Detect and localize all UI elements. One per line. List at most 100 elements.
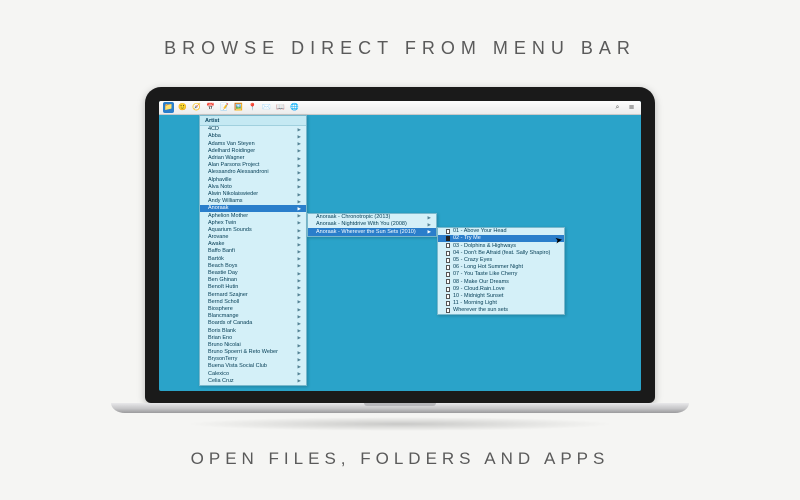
chevron-right-icon: ▶	[298, 328, 301, 333]
list-item[interactable]: 4CD▶	[200, 126, 306, 133]
list-item-label: Wherever the sun sets	[453, 307, 508, 314]
list-item[interactable]: Bruno Nicolai▶	[200, 342, 306, 349]
list-item[interactable]: Arovane▶	[200, 234, 306, 241]
document-icon	[446, 308, 450, 313]
list-item[interactable]: Anoraak▶	[200, 205, 306, 212]
safari-icon[interactable]: 🧭	[191, 102, 202, 113]
search-icon[interactable]: ⌕	[612, 102, 623, 113]
list-item[interactable]: Abba▶	[200, 133, 306, 140]
list-item-label: 10 - Midnight Sunset	[453, 293, 503, 300]
chevron-right-icon: ▶	[298, 299, 301, 304]
list-item[interactable]: Adelhard Roidinger▶	[200, 148, 306, 155]
list-item[interactable]: Benoît Hutin▶	[200, 284, 306, 291]
column-body: Anoraak - Chronotropic (2013)▶Anoraak - …	[308, 214, 436, 236]
list-item[interactable]: Alessandro Alessandroni▶	[200, 169, 306, 176]
desktop-screen: 📁 🙂 🧭 📅 📝 🖼️ 📍 ✉️ 📖 🌐 ⌕ ≣ Artist 4CD	[159, 101, 641, 391]
list-item-label: Alphaville	[208, 177, 232, 184]
document-icon	[446, 279, 450, 284]
reader-icon[interactable]: 📖	[275, 102, 286, 113]
list-item[interactable]: Adrian Wagner▶	[200, 155, 306, 162]
chevron-right-icon: ▶	[298, 249, 301, 254]
list-item-label: Boris Blank	[208, 328, 236, 335]
list-item[interactable]: 07 - You Taste Like Cherry	[438, 271, 564, 278]
list-item[interactable]: Beastie Day▶	[200, 270, 306, 277]
list-item[interactable]: Boards of Canada ▶	[200, 320, 306, 327]
list-item[interactable]: Alva Noto▶	[200, 184, 306, 191]
list-item[interactable]: Bartók▶	[200, 255, 306, 262]
list-item[interactable]: Bernard Szajner▶	[200, 291, 306, 298]
list-item[interactable]: 06 - Long Hot Summer Night	[438, 264, 564, 271]
list-item[interactable]: BrysonTerry▶	[200, 356, 306, 363]
list-item-label: Calexico	[208, 371, 229, 378]
list-item[interactable]: Boris Blank ▶	[200, 327, 306, 334]
list-item-label: Blancmange	[208, 313, 239, 320]
maps-icon[interactable]: 📍	[247, 102, 258, 113]
chevron-right-icon: ▶	[298, 256, 301, 261]
chevron-right-icon: ▶	[298, 148, 301, 153]
chevron-right-icon: ▶	[298, 220, 301, 225]
list-item[interactable]: Alwin Nikolaiswieder▶	[200, 191, 306, 198]
document-icon	[446, 294, 450, 299]
list-item[interactable]: Bruno Spoerri & Reto Weber▶	[200, 349, 306, 356]
list-item[interactable]: Aquarium Sounds▶	[200, 227, 306, 234]
list-item[interactable]: 01 - Above Your Head	[438, 228, 564, 235]
list-item-label: Buena Vista Social Club	[208, 363, 267, 370]
list-item[interactable]: Anoraak - Nightdrive With You (2008)▶	[308, 221, 436, 228]
document-icon	[446, 251, 450, 256]
list-item-label: 04 - Don't Be Afraid (feat. Sally Shapir…	[453, 250, 550, 257]
photos-icon[interactable]: 🖼️	[233, 102, 244, 113]
chevron-right-icon: ▶	[298, 177, 301, 182]
list-item[interactable]: Ben Ghinan▶	[200, 277, 306, 284]
list-item[interactable]: Anoraak - Chronotropic (2013)▶	[308, 214, 436, 221]
list-item[interactable]: 09 - Cloud.Rain.Love	[438, 286, 564, 293]
list-item[interactable]: Alan Parsons Project▶	[200, 162, 306, 169]
chevron-right-icon: ▶	[428, 215, 431, 220]
list-item[interactable]: Wherever the sun sets	[438, 307, 564, 314]
list-item-label: 11 - Morning Light	[453, 300, 497, 307]
list-item[interactable]: Brian Eno▶	[200, 334, 306, 341]
list-item[interactable]: 10 - Midnight Sunset	[438, 293, 564, 300]
list-item[interactable]: Buena Vista Social Club▶	[200, 363, 306, 370]
list-item[interactable]: Aphelion Mother▶	[200, 212, 306, 219]
list-item[interactable]: Awake▶	[200, 241, 306, 248]
notes-icon[interactable]: 📝	[219, 102, 230, 113]
list-item[interactable]: Blancmange▶	[200, 313, 306, 320]
list-item[interactable]: Andy Williams▶	[200, 198, 306, 205]
list-item-label: 03 - Dolphins & Highways	[453, 243, 516, 250]
chevron-right-icon: ▶	[298, 134, 301, 139]
list-item-label: Benoît Hutin	[208, 284, 238, 291]
list-item[interactable]: Biosphere▶	[200, 306, 306, 313]
mail-icon[interactable]: ✉️	[261, 102, 272, 113]
list-item[interactable]: Beach Boys▶	[200, 263, 306, 270]
chevron-right-icon: ▶	[298, 170, 301, 175]
list-item[interactable]: Calexico▶	[200, 370, 306, 377]
list-item[interactable]: Bernd Scholl▶	[200, 299, 306, 306]
column-header: Artist	[200, 116, 306, 126]
calendar-icon[interactable]: 📅	[205, 102, 216, 113]
list-item-label: Brian Eno	[208, 335, 232, 342]
list-item[interactable]: Adams Van Steyen▶	[200, 140, 306, 147]
finder-icon[interactable]: 🙂	[177, 102, 188, 113]
chevron-right-icon: ▶	[298, 292, 301, 297]
screen-bezel: 📁 🙂 🧭 📅 📝 🖼️ 📍 ✉️ 📖 🌐 ⌕ ≣ Artist 4CD	[145, 87, 655, 403]
globe-icon[interactable]: 🌐	[289, 102, 300, 113]
list-item[interactable]: 03 - Dolphins & Highways	[438, 242, 564, 249]
menubar-app-icon[interactable]: 📁	[163, 102, 174, 113]
list-item-label: Alan Parsons Project	[208, 162, 259, 169]
list-item[interactable]: Aphex Twin▶	[200, 219, 306, 226]
chevron-right-icon: ▶	[298, 321, 301, 326]
list-item[interactable]: 11 - Morning Light	[438, 300, 564, 307]
list-item-label: Boards of Canada	[208, 320, 252, 327]
list-item[interactable]: Anoraak - Wherever the Sun Sets (2010)▶	[308, 228, 436, 235]
list-item[interactable]: 04 - Don't Be Afraid (feat. Sally Shapir…	[438, 250, 564, 257]
list-item[interactable]: Celia Cruz▶	[200, 378, 306, 385]
list-item[interactable]: Alphaville ▶	[200, 176, 306, 183]
chevron-right-icon: ▶	[298, 235, 301, 240]
list-item[interactable]: 05 - Crazy Eyes	[438, 257, 564, 264]
list-item[interactable]: 08 - Make Our Dreams	[438, 278, 564, 285]
list-item[interactable]: Baffo Banfi▶	[200, 248, 306, 255]
list-view-icon[interactable]: ≣	[626, 102, 637, 113]
list-item[interactable]: 02 - Try Me	[438, 235, 564, 242]
list-item-label: Beastie Day	[208, 270, 238, 277]
chevron-right-icon: ▶	[298, 127, 301, 132]
